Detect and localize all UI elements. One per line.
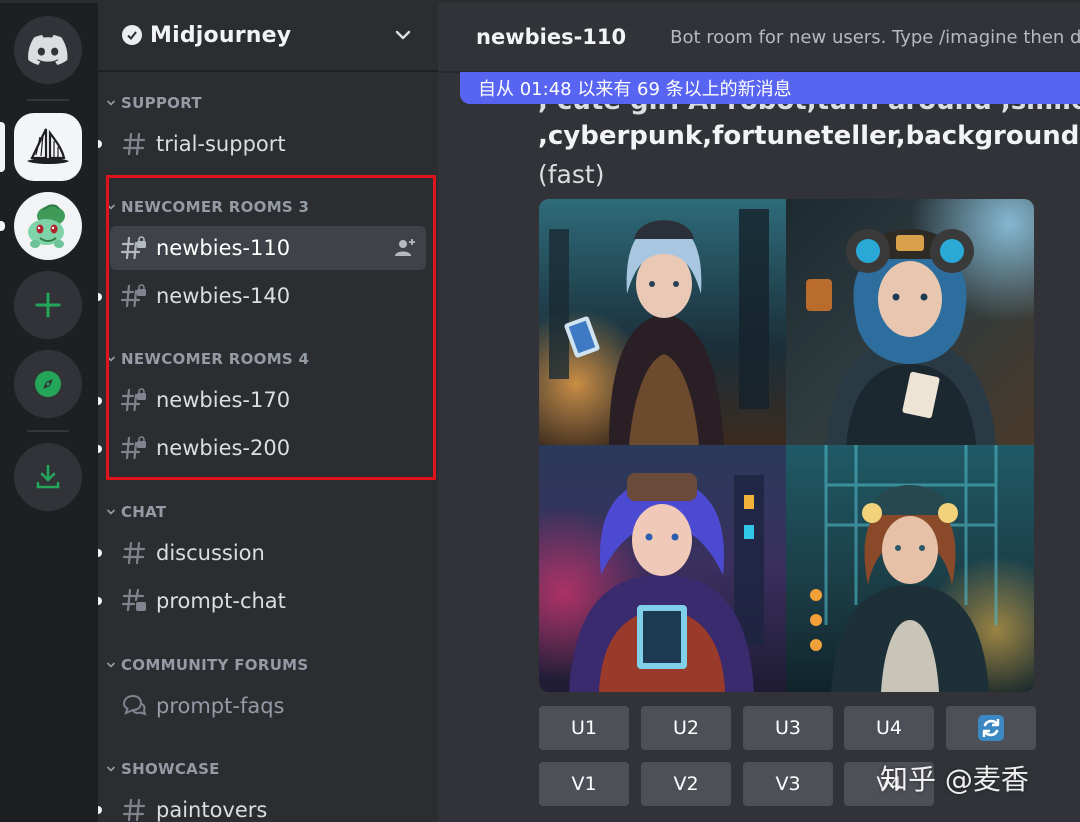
midjourney-server[interactable] bbox=[14, 113, 82, 181]
hashtag-icon bbox=[120, 539, 148, 567]
upscale-4-button[interactable]: U4 bbox=[844, 706, 934, 750]
generation-mode: (fast) bbox=[538, 160, 605, 189]
channel-newbies-140[interactable]: newbies-140 bbox=[110, 274, 426, 318]
hashtag-icon bbox=[120, 796, 148, 822]
channel-topic[interactable]: Bot room for new users. Type /imagine th… bbox=[670, 27, 1080, 48]
forum-icon bbox=[120, 692, 148, 720]
category-newcomer-rooms-4[interactable]: NEWCOMER ROOMS 4 bbox=[104, 348, 309, 370]
bulbasaur-server[interactable] bbox=[14, 192, 82, 260]
unread-indicator bbox=[98, 806, 102, 814]
locked-hashtag-icon bbox=[120, 386, 148, 414]
discord-logo-icon bbox=[28, 35, 68, 65]
chat-area: newbies-110 Bot room for new users. Type… bbox=[438, 0, 1080, 822]
server-name: Midjourney bbox=[150, 22, 292, 48]
category-label: NEWCOMER ROOMS 3 bbox=[121, 198, 310, 216]
unread-indicator bbox=[98, 397, 102, 405]
chevron-down-icon bbox=[104, 352, 118, 366]
server-rail bbox=[0, 0, 98, 822]
chevron-down-icon bbox=[104, 200, 118, 214]
generated-image-1[interactable] bbox=[539, 199, 786, 445]
channel-name: paintovers bbox=[156, 798, 268, 822]
channel-sidebar: Midjourney SUPPORT trial-support NEWCOME… bbox=[98, 0, 438, 822]
server-header[interactable]: Midjourney bbox=[98, 0, 438, 72]
category-newcomer-rooms-3[interactable]: NEWCOMER ROOMS 3 bbox=[104, 196, 309, 218]
hashtag-thread-icon bbox=[120, 587, 148, 615]
watermark-text: 知乎 @麦香 bbox=[880, 763, 1029, 796]
locked-hashtag-icon bbox=[120, 234, 148, 262]
avatar-icon bbox=[18, 196, 78, 256]
upscale-3-button[interactable]: U3 bbox=[743, 706, 833, 750]
home-button[interactable] bbox=[14, 16, 82, 84]
invite-member-icon[interactable] bbox=[394, 237, 416, 259]
generated-image-4[interactable] bbox=[786, 445, 1034, 692]
channel-name: prompt-faqs bbox=[156, 694, 285, 718]
rail-separator bbox=[27, 430, 69, 432]
variation-2-button[interactable]: V2 bbox=[641, 762, 731, 806]
category-community-forums[interactable]: COMMUNITY FORUMS bbox=[104, 654, 309, 676]
chevron-down-icon bbox=[104, 96, 118, 110]
upscale-1-button[interactable]: U1 bbox=[539, 706, 629, 750]
channel-title: newbies-110 bbox=[476, 25, 627, 49]
chevron-down-icon bbox=[104, 505, 118, 519]
locked-hashtag-icon bbox=[120, 434, 148, 462]
prompt-text-line: ,cyberpunk,fortuneteller,background is a… bbox=[538, 121, 1080, 151]
new-messages-bar[interactable]: 自从 01:48 以来有 69 条以上的新消息 bbox=[460, 72, 1080, 104]
explore-servers-button[interactable] bbox=[14, 350, 82, 418]
hashtag-icon bbox=[120, 130, 148, 158]
unread-indicator bbox=[98, 445, 102, 453]
channel-name: newbies-170 bbox=[156, 388, 291, 412]
chevron-down-icon bbox=[104, 762, 118, 776]
compass-icon bbox=[35, 371, 61, 397]
channel-header: newbies-110 Bot room for new users. Type… bbox=[438, 3, 1080, 73]
category-chat[interactable]: CHAT bbox=[104, 501, 166, 523]
category-label: SUPPORT bbox=[121, 94, 202, 112]
rail-top-line bbox=[0, 0, 98, 3]
plus-icon bbox=[35, 292, 61, 318]
category-showcase[interactable]: SHOWCASE bbox=[104, 758, 220, 780]
image-grid[interactable] bbox=[539, 199, 1034, 692]
channel-name: trial-support bbox=[156, 132, 286, 156]
channel-paintovers[interactable]: paintovers bbox=[110, 788, 426, 822]
category-support[interactable]: SUPPORT bbox=[104, 92, 202, 114]
channel-name: discussion bbox=[156, 541, 265, 565]
channel-name: prompt-chat bbox=[156, 589, 286, 613]
channel-newbies-200[interactable]: newbies-200 bbox=[110, 426, 426, 470]
verified-badge-icon bbox=[122, 25, 142, 45]
category-label: COMMUNITY FORUMS bbox=[121, 656, 309, 674]
channel-newbies-110[interactable]: newbies-110 bbox=[110, 226, 426, 270]
selected-server-pill bbox=[0, 122, 5, 172]
variation-3-button[interactable]: V3 bbox=[743, 762, 833, 806]
channel-prompt-faqs[interactable]: prompt-faqs bbox=[110, 684, 426, 728]
channel-newbies-170[interactable]: newbies-170 bbox=[110, 378, 426, 422]
channel-discussion[interactable]: discussion bbox=[110, 531, 426, 575]
reroll-button[interactable] bbox=[946, 706, 1036, 750]
sailboat-icon bbox=[27, 128, 69, 164]
chevron-down-icon bbox=[104, 658, 118, 672]
unread-indicator bbox=[98, 549, 102, 557]
category-label: CHAT bbox=[121, 503, 167, 521]
category-label: NEWCOMER ROOMS 4 bbox=[121, 350, 310, 368]
generated-image-2[interactable] bbox=[786, 199, 1034, 445]
rail-separator bbox=[27, 99, 69, 101]
unread-indicator bbox=[98, 597, 102, 605]
download-icon bbox=[36, 464, 60, 489]
chevron-down-icon[interactable] bbox=[392, 24, 414, 46]
unread-indicator bbox=[98, 293, 102, 301]
channel-name: newbies-140 bbox=[156, 284, 291, 308]
channel-name: newbies-200 bbox=[156, 436, 291, 460]
channel-trial-support[interactable]: trial-support bbox=[110, 122, 426, 166]
locked-hashtag-icon bbox=[120, 282, 148, 310]
variation-1-button[interactable]: V1 bbox=[539, 762, 629, 806]
upscale-2-button[interactable]: U2 bbox=[641, 706, 731, 750]
download-apps-button[interactable] bbox=[14, 443, 82, 511]
category-label: SHOWCASE bbox=[121, 760, 220, 778]
unread-indicator bbox=[98, 140, 102, 148]
refresh-icon bbox=[978, 715, 1004, 741]
generated-image-3[interactable] bbox=[539, 445, 786, 692]
channel-prompt-chat[interactable]: prompt-chat bbox=[110, 579, 426, 623]
add-server-button[interactable] bbox=[14, 271, 82, 339]
channel-name: newbies-110 bbox=[156, 236, 291, 260]
unread-server-pill bbox=[0, 221, 5, 231]
